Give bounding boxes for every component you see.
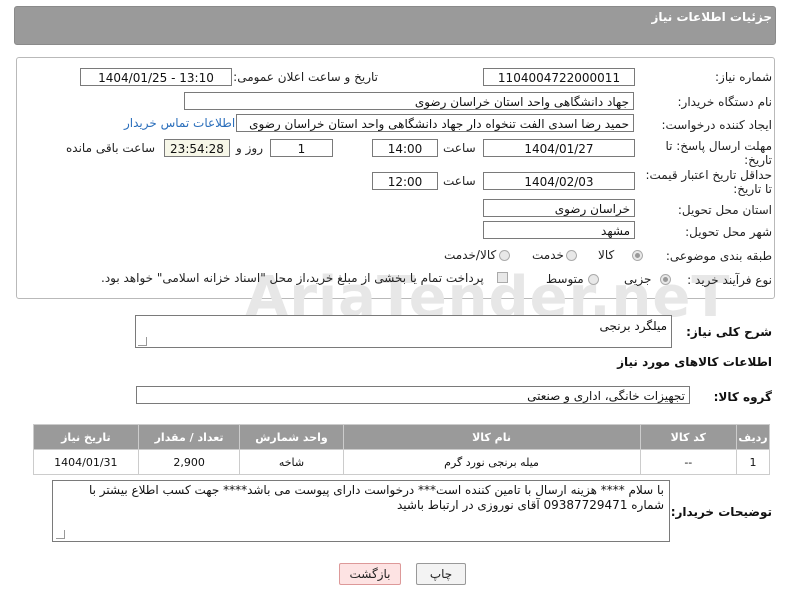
cell-item-code: -- (639, 449, 738, 475)
process-radio-partial[interactable] (660, 274, 671, 285)
need-number-field: 1104004722000011 (483, 68, 635, 86)
deadline-label-2: تاریخ: (744, 153, 772, 167)
province-field: خراسان رضوی (483, 199, 635, 217)
col-need-date: تاریخ نیاز (33, 424, 139, 450)
validity-time-field: 12:00 (372, 172, 438, 190)
payment-note: پرداخت تمام یا بخشی از مبلغ خرید،از محل … (101, 271, 484, 285)
announce-field: 1404/01/25 - 13:10 (80, 68, 232, 86)
days-field: 1 (270, 139, 333, 157)
announce-label: تاریخ و ساعت اعلان عمومی: (233, 70, 378, 84)
contact-buyer-link[interactable]: اطلاعات تماس خریدار (124, 116, 235, 130)
deadline-time-label: ساعت (443, 141, 476, 155)
cell-row-number: 1 (736, 449, 770, 475)
notes-field: با سلام **** هزینه ارسال با تامین کننده … (52, 480, 670, 542)
category-radio-goods[interactable] (632, 250, 643, 261)
requester-field: حمید رضا اسدی الفت تنخواه دار جهاد دانشگ… (236, 114, 634, 132)
goods-table-wrap: ردیف کد کالا نام کالا واحد شمارش تعداد /… (33, 424, 770, 475)
process-option-partial: جزیی (624, 272, 652, 286)
goods-section-title: اطلاعات کالاهای مورد نیاز (617, 355, 772, 369)
description-label: شرح کلی نیاز: (686, 325, 772, 339)
validity-label-1: حداقل تاریخ اعتبار قیمت: (645, 168, 772, 182)
city-field: مشهد (483, 221, 635, 239)
process-label: نوع فرآیند خرید : (687, 273, 772, 287)
goods-table-header: ردیف کد کالا نام کالا واحد شمارش تعداد /… (33, 424, 770, 450)
deadline-date-field: 1404/01/27 (483, 139, 635, 157)
process-radio-medium[interactable] (588, 274, 599, 285)
print-button[interactable]: چاپ (416, 563, 466, 585)
notes-resize-handle[interactable] (56, 530, 65, 539)
deadline-time-field: 14:00 (372, 139, 438, 157)
col-unit: واحد شمارش (239, 424, 344, 450)
back-button[interactable]: بازگشت (339, 563, 401, 585)
goods-table: ردیف کد کالا نام کالا واحد شمارش تعداد /… (33, 424, 770, 475)
col-item-code: کد کالا (639, 424, 738, 450)
remaining-time-field: 23:54:28 (164, 139, 230, 157)
validity-label-2: تا تاریخ: (733, 182, 772, 196)
cell-need-date: 1404/01/31 (33, 449, 139, 475)
validity-time-label: ساعت (443, 174, 476, 188)
col-row-number: ردیف (736, 424, 770, 450)
requester-label: ایجاد کننده درخواست: (661, 118, 772, 132)
province-label: استان محل تحویل: (677, 203, 772, 217)
goods-group-field: تجهیزات خانگی، اداری و صنعتی (136, 386, 690, 404)
description-field: میلگرد برنجی (135, 315, 672, 348)
goods-group-label: گروه کالا: (713, 390, 772, 404)
category-radio-both[interactable] (499, 250, 510, 261)
cell-unit: شاخه (239, 449, 344, 475)
category-radio-service[interactable] (566, 250, 577, 261)
payment-checkbox[interactable] (497, 272, 508, 283)
category-option-both: کالا/خدمت (444, 248, 497, 262)
category-option-goods: کالا (598, 248, 615, 262)
col-quantity: تعداد / مقدار (137, 424, 241, 450)
buyer-org-label: نام دستگاه خریدار: (677, 95, 773, 109)
process-option-medium: متوسط (546, 272, 584, 286)
col-item-name: نام کالا (342, 424, 641, 450)
deadline-label-1: مهلت ارسال پاسخ: تا (665, 139, 772, 153)
category-label: طبقه بندی موضوعی: (665, 249, 772, 263)
page-title: جزئیات اطلاعات نیاز (651, 10, 772, 24)
days-label: روز و (236, 141, 263, 155)
cell-item-name: میله برنجی نورد گرم (342, 449, 641, 475)
buyer-org-field: جهاد دانشگاهی واحد استان خراسان رضوی (184, 92, 634, 110)
table-row: 1 -- میله برنجی نورد گرم شاخه 2,900 1404… (33, 449, 770, 475)
category-option-service: خدمت (532, 248, 564, 262)
city-label: شهر محل تحویل: (685, 225, 772, 239)
notes-label: توضیحات خریدار: (670, 505, 772, 519)
cell-quantity: 2,900 (137, 449, 241, 475)
need-number-label: شماره نیاز: (715, 70, 772, 84)
validity-date-field: 1404/02/03 (483, 172, 635, 190)
remaining-label: ساعت باقی مانده (66, 141, 156, 155)
description-resize-handle[interactable] (138, 337, 147, 346)
